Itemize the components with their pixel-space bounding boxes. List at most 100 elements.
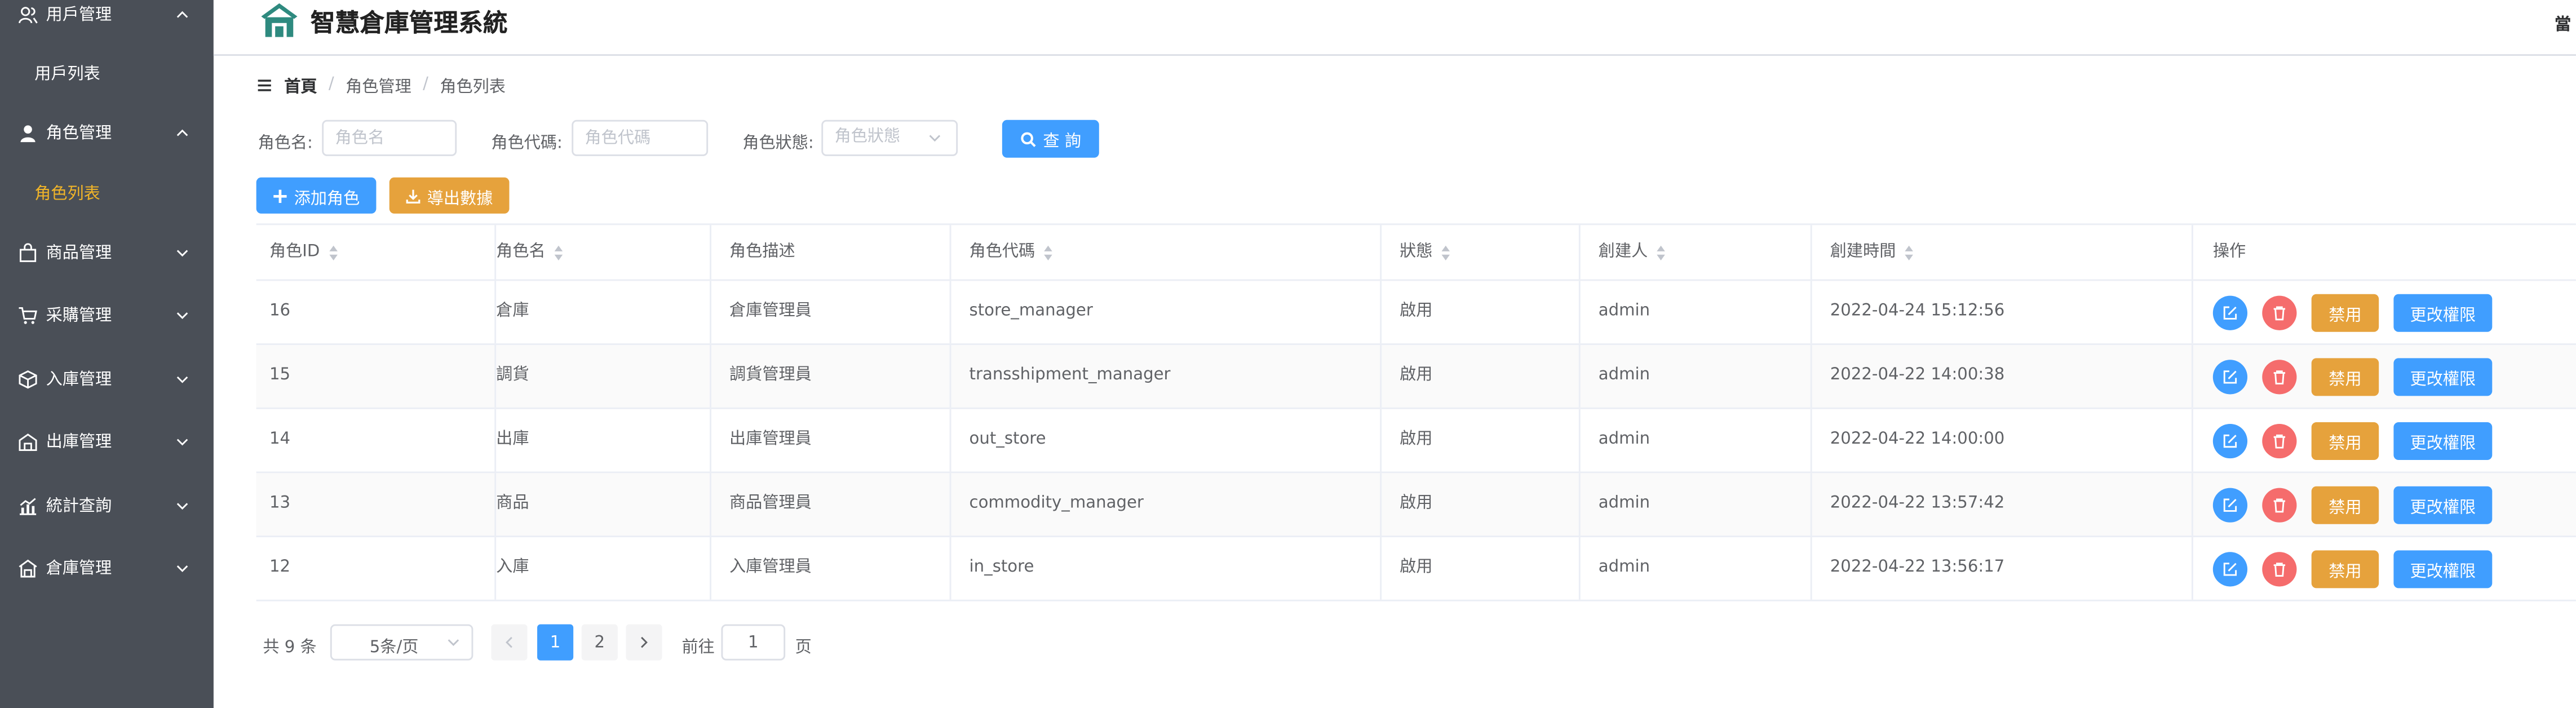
change-permission-button[interactable]: 更改權限 [2393, 358, 2493, 396]
table-row: 15 調貨 調貨管理員 transshipment_manager 啟用 adm… [256, 345, 2576, 409]
column-header-role-code[interactable]: 角色代碼 [970, 225, 1054, 279]
goto-page-input[interactable] [721, 624, 786, 661]
cell-create-time: 2022-04-22 14:00:38 [1830, 366, 2005, 384]
disable-button[interactable]: 禁用 [2311, 486, 2379, 524]
role-status-placeholder: 角色狀態 [834, 128, 901, 147]
role-status-label: 角色狀態: [742, 134, 814, 153]
page-size-select[interactable]: 5条/页 [330, 624, 473, 661]
column-title: 角色ID [269, 243, 320, 262]
disable-button[interactable]: 禁用 [2311, 358, 2379, 396]
cell-role-code: commodity_manager [969, 494, 1144, 513]
change-permission-button[interactable]: 更改權限 [2393, 486, 2493, 524]
delete-button[interactable] [2262, 552, 2297, 587]
table-header: 角色ID 角色名 角色描述 角色代碼 狀態 創建人 創建時間 操作 [256, 225, 2576, 281]
cell-role-desc: 出庫管理員 [729, 430, 812, 449]
column-title: 操作 [2212, 243, 2246, 262]
menu-toggle-icon[interactable] [258, 78, 271, 91]
change-permission-label: 更改權限 [2410, 307, 2476, 326]
export-data-button[interactable]: 導出數據 [389, 177, 510, 214]
chevron-down-icon [176, 565, 188, 572]
add-role-button[interactable]: 添加角色 [256, 177, 377, 214]
prev-page-button[interactable] [491, 624, 528, 661]
sidebar-menu-label: 倉庫管理 [46, 560, 112, 578]
edit-button[interactable] [2212, 552, 2248, 587]
sidebar-menu-warehouse-management[interactable]: 倉庫管理 [0, 546, 214, 595]
search-icon [1021, 131, 1036, 147]
edit-button[interactable] [2212, 423, 2248, 459]
trash-icon [2273, 498, 2286, 513]
sidebar-menu-product-management[interactable]: 商品管理 [0, 230, 214, 279]
breadcrumb-separator: / [423, 76, 428, 94]
sidebar-menu-label: 用戶管理 [46, 6, 112, 25]
cell-role-id: 12 [269, 558, 291, 577]
query-button[interactable]: 查 詢 [1002, 120, 1099, 158]
sidebar-menu-statistics-query[interactable]: 統計查詢 [0, 483, 214, 532]
chevron-down-icon [176, 376, 188, 383]
edit-button[interactable] [2212, 488, 2248, 523]
edit-icon [2223, 370, 2237, 384]
disable-button[interactable]: 禁用 [2311, 550, 2379, 588]
column-title: 角色代碼 [969, 243, 1035, 262]
page-number-1[interactable]: 1 [537, 624, 574, 661]
delete-button[interactable] [2262, 488, 2297, 523]
cell-role-id: 16 [269, 302, 291, 321]
change-permission-button[interactable]: 更改權限 [2393, 294, 2493, 332]
role-name-input[interactable] [322, 120, 457, 156]
column-header-create-time[interactable]: 創建時間 [1830, 225, 1914, 279]
role-code-input[interactable] [572, 120, 709, 156]
change-permission-label: 更改權限 [2410, 499, 2476, 518]
breadcrumb: 首頁 / 角色管理 / 角色列表 [258, 72, 506, 97]
disable-button[interactable]: 禁用 [2311, 294, 2379, 332]
sidebar-menu-inbound-management[interactable]: 入庫管理 [0, 356, 214, 405]
column-title: 角色描述 [729, 243, 795, 262]
cell-role-code: store_manager [969, 302, 1093, 321]
cell-creator: admin [1598, 366, 1650, 384]
sidebar-menu-outbound-management[interactable]: 出庫管理 [0, 419, 214, 468]
sidebar-item-label: 用戶列表 [34, 65, 100, 84]
user-icon [20, 125, 36, 143]
cell-role-name: 倉庫 [496, 302, 529, 321]
column-header-status[interactable]: 狀態 [1400, 225, 1450, 279]
cell-role-code: transshipment_manager [969, 366, 1171, 384]
cell-role-desc: 調貨管理員 [729, 366, 812, 384]
disable-button[interactable]: 禁用 [2311, 422, 2379, 461]
disable-button-label: 禁用 [2329, 371, 2362, 390]
sidebar-menu-user-management[interactable]: 用戶管理 [0, 0, 214, 41]
chevron-right-icon [641, 636, 648, 648]
role-name-label: 角色名: [258, 134, 313, 153]
export-data-label: 導出數據 [427, 189, 493, 208]
disable-button-label: 禁用 [2329, 307, 2362, 326]
cell-role-id: 13 [269, 494, 291, 513]
cell-create-time: 2022-04-24 15:12:56 [1830, 302, 2005, 321]
next-page-button[interactable] [626, 624, 662, 661]
disable-button-label: 禁用 [2329, 435, 2362, 454]
sidebar-menu-role-management[interactable]: 角色管理 [0, 110, 214, 159]
sidebar-menu-purchase-management[interactable]: 采購管理 [0, 293, 214, 342]
sidebar-item-user-list[interactable]: 用戶列表 [0, 51, 214, 100]
cell-creator: admin [1598, 494, 1650, 513]
edit-button[interactable] [2212, 295, 2248, 330]
column-header-creator[interactable]: 創建人 [1599, 225, 1666, 279]
sidebar-menu-label: 商品管理 [46, 245, 112, 263]
delete-button[interactable] [2262, 360, 2297, 395]
change-permission-button[interactable]: 更改權限 [2393, 422, 2493, 461]
breadcrumb-separator: / [328, 76, 334, 94]
breadcrumb-home[interactable]: 首頁 [284, 72, 317, 97]
sort-icon [1657, 245, 1665, 260]
shopping-bag-icon [19, 243, 37, 262]
page-number-2[interactable]: 2 [581, 624, 618, 661]
page-unit-label: 页 [795, 639, 812, 657]
column-header-role-id[interactable]: 角色ID [269, 225, 338, 279]
header-user-text[interactable]: 當 [2555, 10, 2571, 34]
sidebar-menu-label: 采購管理 [46, 307, 112, 326]
system-title: 智慧倉庫管理系統 [310, 8, 508, 38]
delete-button[interactable] [2262, 295, 2297, 330]
column-header-role-name[interactable]: 角色名 [496, 225, 563, 279]
sidebar-item-role-list[interactable]: 角色列表 [0, 171, 214, 220]
edit-button[interactable] [2212, 360, 2248, 395]
column-title: 角色名 [496, 243, 546, 262]
delete-button[interactable] [2262, 423, 2297, 459]
cell-create-time: 2022-04-22 13:57:42 [1830, 494, 2005, 513]
change-permission-label: 更改權限 [2410, 563, 2476, 582]
change-permission-button[interactable]: 更改權限 [2393, 550, 2493, 588]
